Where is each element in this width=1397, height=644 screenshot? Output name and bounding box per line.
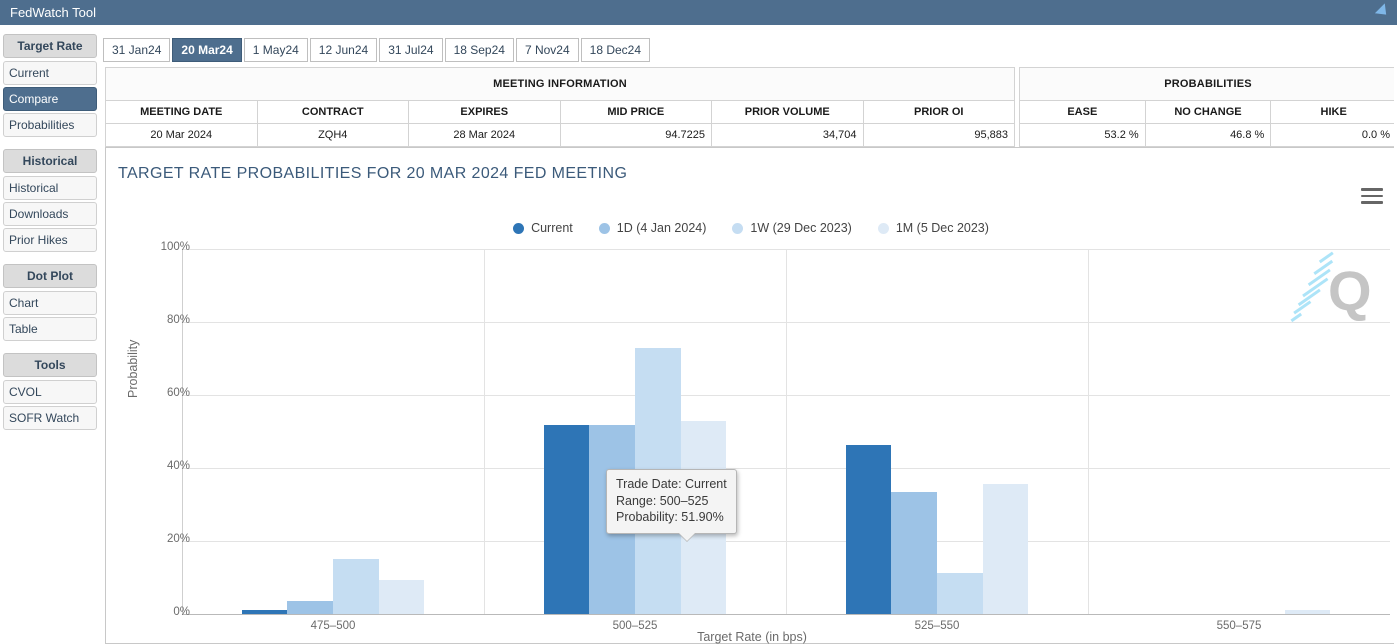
sidebar-item-current[interactable]: Current (3, 61, 97, 85)
category-separator (786, 249, 787, 614)
sidebar-item-downloads[interactable]: Downloads (3, 202, 97, 226)
tooltip-probability: Probability: 51.90% (616, 509, 727, 526)
bar-0-3[interactable] (379, 580, 425, 614)
sidebar: Target Rate CurrentCompareProbabilities Hi… (0, 25, 100, 644)
tooltip-arrow-icon (679, 533, 695, 541)
table-cell: 53.2 % (1020, 124, 1146, 147)
column-header: MEETING DATE (106, 101, 258, 124)
x-axis-tick: 500–525 (613, 620, 658, 632)
table-cell: 0.0 % (1271, 124, 1397, 147)
table-cell: 20 Mar 2024 (106, 124, 258, 147)
collapse-arrow-icon[interactable] (1373, 2, 1393, 22)
probabilities-title: PROBABILITIES (1020, 68, 1397, 101)
bar-0-1[interactable] (287, 601, 333, 614)
meeting-information-title: MEETING INFORMATION (106, 68, 1015, 101)
sidebar-spacer (3, 432, 97, 442)
y-axis-tick: 80% (130, 314, 190, 326)
x-axis-tick: 550–575 (1217, 620, 1262, 632)
table-row: 53.2 %46.8 %0.0 % (1020, 124, 1397, 147)
sidebar-item-cvol[interactable]: CVOL (3, 380, 97, 404)
column-header: HIKE (1271, 101, 1397, 124)
sidebar-item-historical[interactable]: Historical (3, 176, 97, 200)
y-axis-tick: 40% (130, 460, 190, 472)
x-axis-label: Target Rate (in bps) (106, 630, 1397, 644)
sidebar-spacer (3, 343, 97, 353)
meeting-date-tabs: 31 Jan2420 Mar241 May2412 Jun2431 Jul241… (103, 36, 652, 62)
chart-tooltip: Trade Date: Current Range: 500–525 Proba… (606, 469, 737, 534)
x-axis-tick: 525–550 (915, 620, 960, 632)
y-axis-tick: 0% (130, 606, 190, 618)
app-title: FedWatch Tool (10, 5, 96, 20)
probabilities-table: PROBABILITIES EASENO CHANGEHIKE 53.2 %46… (1019, 67, 1397, 147)
category-separator (1088, 249, 1089, 614)
chart-panel: TARGET RATE PROBABILITIES FOR 20 MAR 202… (105, 147, 1397, 644)
column-header: EXPIRES (409, 101, 561, 124)
y-axis-tick: 60% (130, 387, 190, 399)
bar-2-0[interactable] (846, 445, 892, 614)
table-cell: 94.7225 (560, 124, 712, 147)
table-row: 20 Mar 2024ZQH428 Mar 202494.722534,7049… (106, 124, 1015, 147)
bar-2-1[interactable] (891, 492, 937, 614)
tab-31-jan24[interactable]: 31 Jan24 (103, 38, 170, 62)
column-header: CONTRACT (257, 101, 409, 124)
y-axis-tick: 20% (130, 533, 190, 545)
sidebar-item-chart[interactable]: Chart (3, 291, 97, 315)
info-tables: MEETING INFORMATION MEETING DATECONTRACT… (105, 67, 1397, 147)
x-axis-tick: 475–500 (311, 620, 356, 632)
sidebar-spacer (3, 254, 97, 264)
bar-3-3[interactable] (1285, 610, 1331, 614)
category-separator (484, 249, 485, 614)
sidebar-item-table[interactable]: Table (3, 317, 97, 341)
tooltip-trade-date: Trade Date: Current (616, 476, 727, 493)
y-axis-tick: 100% (130, 241, 190, 253)
sidebar-group-tools: Tools (3, 353, 97, 377)
column-header: EASE (1020, 101, 1146, 124)
bar-2-3[interactable] (983, 484, 1029, 614)
table-cell: ZQH4 (257, 124, 409, 147)
bar-0-0[interactable] (242, 610, 288, 614)
meeting-information-table: MEETING INFORMATION MEETING DATECONTRACT… (105, 67, 1015, 147)
table-cell: 46.8 % (1145, 124, 1271, 147)
window-titlebar: FedWatch Tool (0, 0, 1397, 25)
chart-plot-area: Probability Target Rate (in bps) 0%20%40… (106, 148, 1397, 644)
tab-12-jun24[interactable]: 12 Jun24 (310, 38, 377, 62)
column-header: NO CHANGE (1145, 101, 1271, 124)
sidebar-item-prior-hikes[interactable]: Prior Hikes (3, 228, 97, 252)
tab-7-nov24[interactable]: 7 Nov24 (516, 38, 579, 62)
column-header: MID PRICE (560, 101, 712, 124)
tooltip-range: Range: 500–525 (616, 493, 727, 510)
column-header: PRIOR OI (863, 101, 1015, 124)
sidebar-item-compare[interactable]: Compare (3, 87, 97, 111)
tab-20-mar24[interactable]: 20 Mar24 (172, 38, 241, 62)
sidebar-group-target-rate: Target Rate (3, 34, 97, 58)
sidebar-item-sofr-watch[interactable]: SOFR Watch (3, 406, 97, 430)
table-cell: 95,883 (863, 124, 1015, 147)
main-content: 31 Jan2420 Mar241 May2412 Jun2431 Jul241… (103, 30, 1397, 644)
tab-1-may24[interactable]: 1 May24 (244, 38, 308, 62)
table-cell: 28 Mar 2024 (409, 124, 561, 147)
bar-2-2[interactable] (937, 573, 983, 614)
bar-0-2[interactable] (333, 559, 379, 614)
x-axis-line (182, 614, 1390, 615)
sidebar-item-probabilities[interactable]: Probabilities (3, 113, 97, 137)
tab-18-dec24[interactable]: 18 Dec24 (581, 38, 650, 62)
column-header: PRIOR VOLUME (712, 101, 864, 124)
tab-31-jul24[interactable]: 31 Jul24 (379, 38, 442, 62)
sidebar-group-dot-plot: Dot Plot (3, 264, 97, 288)
sidebar-spacer (3, 139, 97, 149)
y-axis-line (182, 249, 183, 614)
bar-1-0[interactable] (544, 425, 590, 614)
tab-18-sep24[interactable]: 18 Sep24 (445, 38, 514, 62)
sidebar-group-historical: Historical (3, 149, 97, 173)
table-cell: 34,704 (712, 124, 864, 147)
